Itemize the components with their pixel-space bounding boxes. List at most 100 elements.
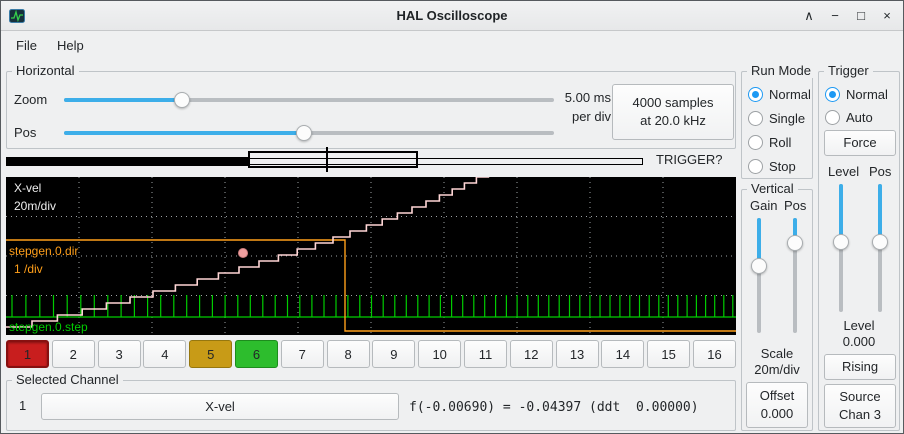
channel-button-11[interactable]: 11 [464, 340, 507, 368]
titlebar: HAL Oscilloscope ∧ − □ × [1, 1, 903, 31]
runmode-normal-label: Normal [769, 87, 811, 102]
rate-per-div-unit: per div [555, 107, 611, 126]
selected-channel-name: X-vel [205, 398, 235, 416]
vpos-slider-handle[interactable] [787, 235, 803, 251]
samples-button[interactable]: 4000 samples at 20.0 kHz [612, 84, 734, 140]
radio-indicator [748, 87, 763, 102]
radio-indicator [748, 159, 763, 174]
record-captured-bar [6, 157, 249, 166]
channel-button-3[interactable]: 3 [98, 340, 141, 368]
sample-rate-text: 5.00 ms per div [555, 88, 611, 126]
maximize-button[interactable]: □ [853, 7, 869, 25]
rising-label: Rising [842, 358, 878, 376]
horizontal-group: Horizontal Zoom Pos 5.00 ms per div 4000… [6, 71, 736, 149]
selected-channel-name-button[interactable]: X-vel [41, 393, 399, 420]
vertical-pos-slider[interactable] [786, 218, 804, 333]
zoom-slider-fill [64, 98, 182, 102]
pos-label: Pos [14, 125, 36, 140]
zoom-slider-handle[interactable] [174, 92, 190, 108]
pos-slider-fill [64, 131, 304, 135]
channel-button-10[interactable]: 10 [418, 340, 461, 368]
force-label: Force [843, 134, 876, 152]
trigger-title: Trigger [824, 63, 873, 78]
trigger-level-value-label: Level [819, 318, 899, 333]
trigger-source-button[interactable]: Source Chan 3 [824, 384, 896, 428]
source-label: Source [839, 388, 880, 406]
scope-ch1-name: X-vel [14, 181, 41, 195]
tpos-slider-fill [878, 184, 882, 242]
channel-button-7[interactable]: 7 [281, 340, 324, 368]
window-title: HAL Oscilloscope [1, 8, 903, 23]
scale-label: Scale [742, 346, 812, 361]
offset-label: Offset [760, 387, 794, 405]
channel-button-12[interactable]: 12 [510, 340, 553, 368]
offset-button[interactable]: Offset 0.000 [746, 382, 808, 428]
samples-line2: at 20.0 kHz [640, 112, 706, 130]
horizontal-group-title: Horizontal [12, 63, 79, 78]
radio-indicator [825, 110, 840, 125]
runmode-option-single[interactable]: Single [748, 109, 805, 127]
close-button[interactable]: × [879, 7, 895, 25]
channel-button-16[interactable]: 16 [693, 340, 736, 368]
rising-button[interactable]: Rising [824, 354, 896, 380]
vertical-title: Vertical [747, 181, 798, 196]
tlevel-slider-handle[interactable] [833, 234, 849, 250]
channel-button-8[interactable]: 8 [327, 340, 370, 368]
selected-channel-group: Selected Channel 1 X-vel f(-0.00690) = -… [6, 380, 736, 431]
menu-item-help[interactable]: Help [48, 35, 93, 56]
channel-button-6[interactable]: 6 [235, 340, 278, 368]
record-position-bar: TRIGGER? [6, 147, 736, 175]
runmode-stop-label: Stop [769, 159, 796, 174]
trigger-option-normal[interactable]: Normal [825, 85, 888, 103]
radio-indicator [748, 111, 763, 126]
force-button[interactable]: Force [824, 130, 896, 156]
run-mode-title: Run Mode [747, 63, 815, 78]
selected-channel-title: Selected Channel [12, 372, 123, 387]
trigger-auto-label: Auto [846, 110, 873, 125]
channel-button-1[interactable]: 1 [6, 340, 49, 368]
selected-channel-number: 1 [19, 398, 26, 413]
channel-button-5[interactable]: 5 [189, 340, 232, 368]
vertical-pos-label: Pos [784, 198, 806, 213]
scope-ch1-scale: 20m/div [14, 199, 56, 213]
horizontal-pos-slider[interactable] [64, 124, 554, 142]
pos-slider-handle[interactable] [296, 125, 312, 141]
gain-slider-handle[interactable] [751, 258, 767, 274]
trigger-level-value: 0.000 [819, 334, 899, 349]
runmode-option-stop[interactable]: Stop [748, 157, 796, 175]
gain-label: Gain [750, 198, 777, 213]
channel-readout: f(-0.00690) = -0.04397 (ddt 0.00000) [409, 400, 699, 415]
channel-button-2[interactable]: 2 [52, 340, 95, 368]
channel-row: 1 2 3 4 5 6 7 8 9 10 11 12 13 14 15 16 [6, 340, 736, 368]
trigger-pos-slider[interactable] [871, 184, 889, 312]
scope-canvas [6, 177, 736, 335]
trigger-level-slider[interactable] [832, 184, 850, 312]
channel-button-14[interactable]: 14 [601, 340, 644, 368]
channel-button-15[interactable]: 15 [647, 340, 690, 368]
runmode-roll-label: Roll [769, 135, 791, 150]
runmode-option-normal[interactable]: Normal [748, 85, 811, 103]
trigger-group: Trigger Normal Auto Force Level Pos Leve… [818, 71, 900, 431]
tpos-slider-handle[interactable] [872, 234, 888, 250]
menu-item-file[interactable]: File [7, 35, 46, 56]
trigger-status-label: TRIGGER? [656, 152, 722, 167]
trigger-option-auto[interactable]: Auto [825, 108, 873, 126]
scope-display: X-vel 20m/div stepgen.0.dir 1 /div stepg… [6, 177, 736, 335]
offset-value: 0.000 [761, 405, 794, 423]
rate-per-div-value: 5.00 ms [555, 88, 611, 107]
minimize-button[interactable]: − [827, 7, 843, 25]
trigger-normal-label: Normal [846, 87, 888, 102]
gain-slider[interactable] [750, 218, 768, 333]
channel-button-9[interactable]: 9 [372, 340, 415, 368]
run-mode-group: Run Mode Normal Single Roll Stop [741, 71, 813, 179]
trigger-pos-label: Pos [869, 164, 891, 179]
zoom-window-box[interactable] [248, 151, 418, 168]
zoom-slider[interactable] [64, 91, 554, 109]
shade-button[interactable]: ∧ [801, 7, 817, 25]
trigger-level-label: Level [828, 164, 859, 179]
channel-button-13[interactable]: 13 [556, 340, 599, 368]
runmode-option-roll[interactable]: Roll [748, 133, 791, 151]
zoom-label: Zoom [14, 92, 47, 107]
radio-indicator [825, 87, 840, 102]
channel-button-4[interactable]: 4 [143, 340, 186, 368]
